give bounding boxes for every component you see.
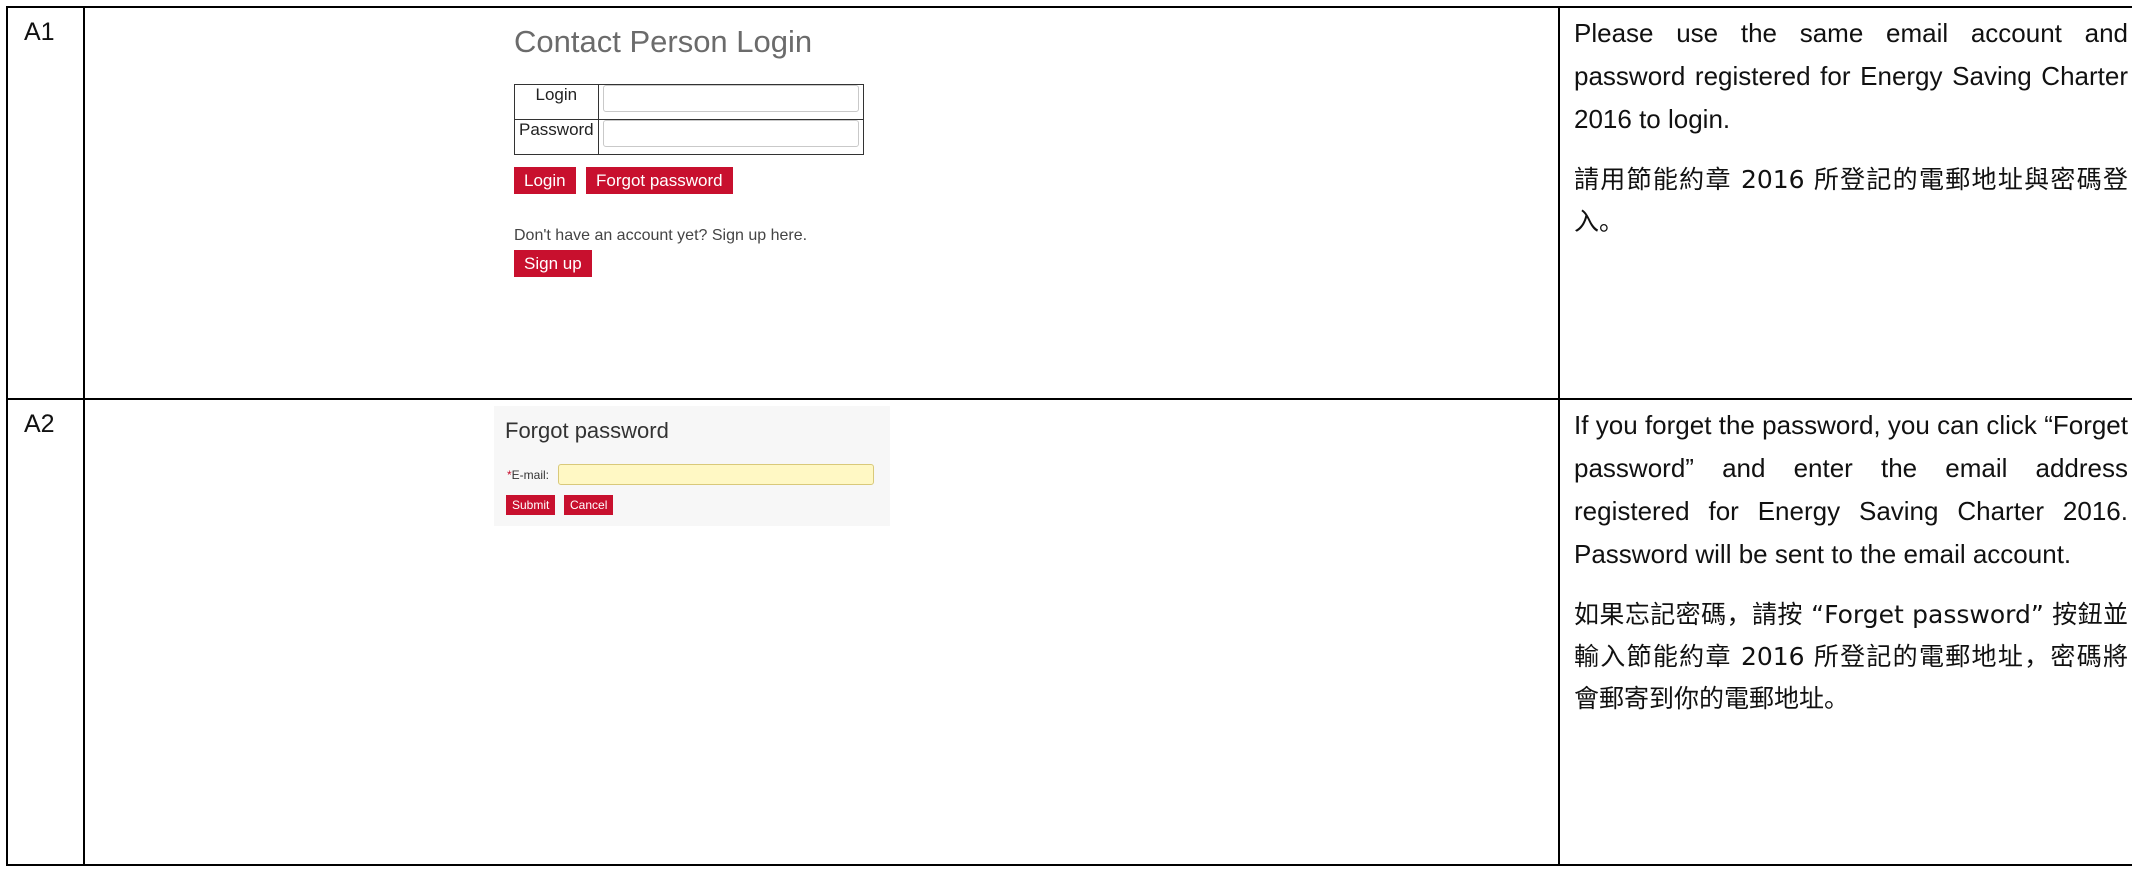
row-a2: A2 Forgot password *E-mail: Submit Cance… (6, 398, 2132, 866)
password-input[interactable] (602, 120, 859, 147)
forgot-password-screenshot: Forgot password *E-mail: Submit Cancel (494, 406, 890, 526)
sign-up-button[interactable]: Sign up (514, 250, 592, 277)
row-label: A2 (24, 410, 55, 438)
email-label-text: E-mail: (511, 468, 550, 482)
notes: Please use the same email account and pa… (1560, 8, 2132, 243)
notes-cell: If you forget the password, you can clic… (1558, 398, 2132, 866)
email-label: *E-mail: (507, 468, 549, 482)
notes-cell: Please use the same email account and pa… (1558, 6, 2132, 400)
row-label-cell: A1 (6, 6, 85, 400)
login-title: Contact Person Login (514, 24, 813, 59)
cancel-button[interactable]: Cancel (564, 495, 614, 515)
screenshot-cell: Forgot password *E-mail: Submit Cancel (83, 398, 1560, 866)
no-account-text: Don't have an account yet? Sign up here. (514, 227, 808, 244)
notes-chinese: 如果忘記密碼，請按 “Forget password” 按鈕並輸入節能約章 20… (1574, 600, 2128, 713)
row-label-cell: A2 (6, 398, 85, 866)
notes-chinese: 請用節能約章 2016 所登記的電郵地址與密碼登入。 (1574, 165, 2128, 236)
screenshot-cell: Contact Person Login Login Password Logi… (83, 6, 1560, 400)
forgot-password-title: Forgot password (505, 418, 669, 443)
row-a1: A1 Contact Person Login Login Password L… (6, 6, 2132, 400)
login-field-cell (597, 84, 865, 120)
login-field-label: Login (514, 84, 599, 120)
login-input[interactable] (602, 85, 859, 112)
login-screenshot: Contact Person Login Login Password Logi… (509, 18, 1109, 378)
forgot-password-button[interactable]: Forgot password (586, 167, 733, 194)
submit-button[interactable]: Submit (506, 495, 556, 515)
email-input[interactable] (558, 464, 874, 485)
password-field-cell (597, 119, 865, 155)
password-field-label: Password (514, 119, 599, 155)
login-form: Login Password (514, 84, 865, 155)
row-label: A1 (24, 18, 55, 46)
notes-english: If you forget the password, you can clic… (1574, 410, 2128, 569)
notes-english: Please use the same email account and pa… (1574, 18, 2128, 134)
instruction-table: A1 Contact Person Login Login Password L… (6, 6, 2132, 866)
notes: If you forget the password, you can clic… (1560, 400, 2132, 720)
login-button[interactable]: Login (514, 167, 576, 194)
